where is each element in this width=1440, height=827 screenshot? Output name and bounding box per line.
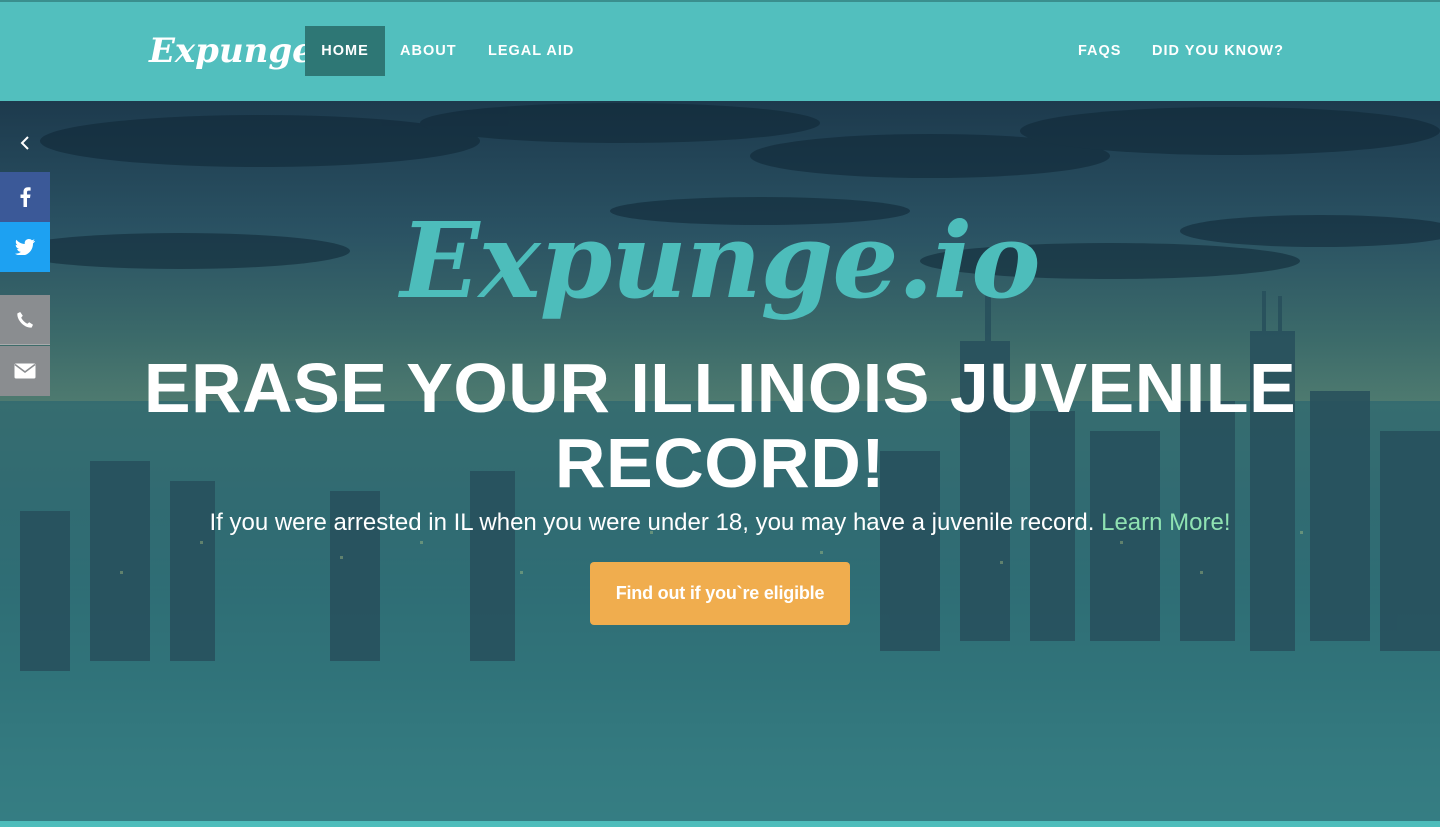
hero-logo: Expunge.io: [400, 199, 1040, 322]
phone-contact-button[interactable]: [0, 295, 50, 345]
learn-more-link[interactable]: Learn More!: [1101, 509, 1230, 536]
nav-item-did-you-know[interactable]: DID YOU KNOW?: [1152, 26, 1284, 76]
nav-item-legal-aid[interactable]: LEGAL AID: [488, 26, 574, 76]
hero-subtitle-text: If you were arrested in IL when you were…: [209, 509, 1095, 536]
facebook-share-button[interactable]: [0, 172, 50, 222]
hero-subtitle: If you were arrested in IL when you were…: [0, 509, 1440, 537]
facebook-icon: [20, 187, 31, 207]
phone-icon: [17, 311, 33, 328]
chevron-left-icon: [20, 136, 29, 150]
hero-title: ERASE YOUR ILLINOIS JUVENILE RECORD!: [143, 349, 1297, 502]
top-navbar: Expunge.io HOME ABOUT LEGAL AID FAQS DID…: [0, 0, 1440, 101]
twitter-share-button[interactable]: [0, 222, 50, 272]
nav-item-faqs[interactable]: FAQS: [1078, 26, 1121, 76]
eligibility-button[interactable]: Find out if you`re eligible: [590, 562, 850, 625]
sidebar-toggle-button[interactable]: [0, 122, 50, 170]
twitter-icon: [15, 239, 35, 255]
nav-item-about[interactable]: ABOUT: [400, 26, 457, 76]
hero-section: Expunge.io ERASE YOUR ILLINOIS JUVENILE …: [0, 101, 1440, 827]
envelope-icon: [14, 363, 36, 379]
nav-item-home[interactable]: HOME: [305, 26, 385, 76]
email-contact-button[interactable]: [0, 346, 50, 396]
